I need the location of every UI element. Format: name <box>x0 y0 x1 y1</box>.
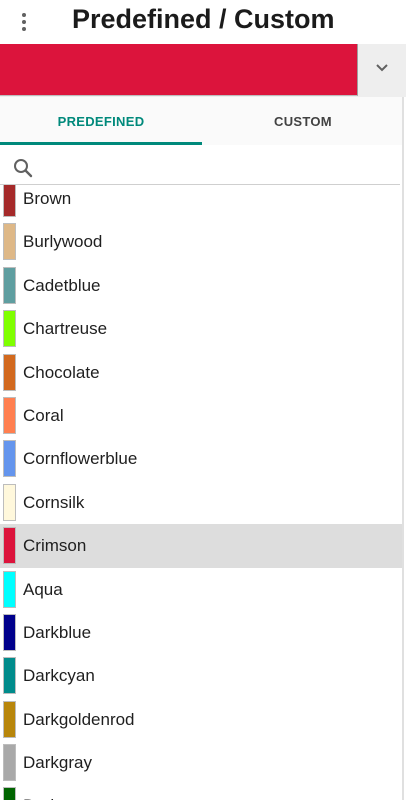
more-vert-icon[interactable] <box>14 10 34 34</box>
color-swatch <box>3 657 16 695</box>
color-name: Crimson <box>23 536 87 556</box>
color-name: Darkgreen <box>23 784 102 800</box>
color-swatch <box>3 223 16 261</box>
color-name: Cornflowerblue <box>23 449 138 469</box>
color-name: Aqua <box>23 579 63 599</box>
color-list-item[interactable]: Crimson <box>0 524 402 568</box>
color-list-item[interactable]: Darkblue <box>0 611 402 654</box>
color-name: Darkcyan <box>23 666 95 686</box>
color-name: Cornsilk <box>23 492 85 512</box>
color-list-item[interactable]: Darkcyan <box>0 654 402 697</box>
color-swatch <box>3 185 16 217</box>
color-list-items: Brown Burlywood Cadetblue Chartreuse Chocola… <box>0 185 402 800</box>
search-icon <box>12 157 34 179</box>
tab-custom[interactable]: CUSTOM <box>202 97 402 145</box>
color-list-item[interactable]: Chocolate <box>0 351 402 394</box>
color-name: Chartreuse <box>23 319 108 339</box>
current-color-swatch[interactable] <box>0 44 358 96</box>
color-list-item[interactable]: Cornsilk <box>0 481 402 524</box>
tab-predefined[interactable]: PREDEFINED <box>0 97 202 145</box>
color-swatch <box>3 310 16 348</box>
color-name: Burlywood <box>23 232 103 252</box>
search-bar <box>0 145 400 185</box>
color-list-item[interactable]: Cadetblue <box>0 264 402 307</box>
color-list-item[interactable]: Aqua <box>0 568 402 611</box>
tab-bar: PREDEFINED CUSTOM <box>0 97 402 145</box>
color-name: Darkblue <box>23 622 92 642</box>
current-color-row <box>0 44 406 97</box>
color-list-item[interactable]: Darkgreen <box>0 784 402 800</box>
color-list-item[interactable]: Burlywood <box>0 220 402 263</box>
color-list-item[interactable]: Cornflowerblue <box>0 437 402 480</box>
color-swatch <box>3 613 16 651</box>
color-name: Coral <box>23 405 64 425</box>
color-swatch <box>3 700 16 738</box>
title-bar: Predefined / Custom <box>0 0 406 44</box>
color-list[interactable]: Brown Burlywood Cadetblue Chartreuse Chocola… <box>0 185 402 800</box>
color-list-item[interactable]: Darkgoldenrod <box>0 698 402 741</box>
color-name: Brown <box>23 189 72 208</box>
color-swatch <box>3 570 16 608</box>
color-list-item[interactable]: Darkgray <box>0 741 402 784</box>
color-name: Darkgoldenrod <box>23 709 135 729</box>
color-swatch <box>3 527 16 565</box>
color-name: Chocolate <box>23 362 100 382</box>
search-input[interactable] <box>40 151 394 181</box>
color-name: Cadetblue <box>23 275 101 295</box>
chevron-down-icon[interactable] <box>368 54 396 82</box>
color-swatch <box>3 266 16 304</box>
color-list-item[interactable]: Chartreuse <box>0 307 402 350</box>
color-swatch <box>3 396 16 434</box>
page-title: Predefined / Custom <box>72 4 335 34</box>
color-list-item[interactable]: Brown <box>0 185 402 220</box>
color-picker-popup: PREDEFINED CUSTOM Brown Burlywood Cadetblu… <box>0 97 404 800</box>
color-swatch <box>3 440 16 478</box>
color-swatch <box>3 744 16 782</box>
color-name: Darkgray <box>23 753 92 773</box>
color-swatch <box>3 787 16 800</box>
color-swatch <box>3 483 16 521</box>
color-list-item[interactable]: Coral <box>0 394 402 437</box>
color-swatch <box>3 353 16 391</box>
